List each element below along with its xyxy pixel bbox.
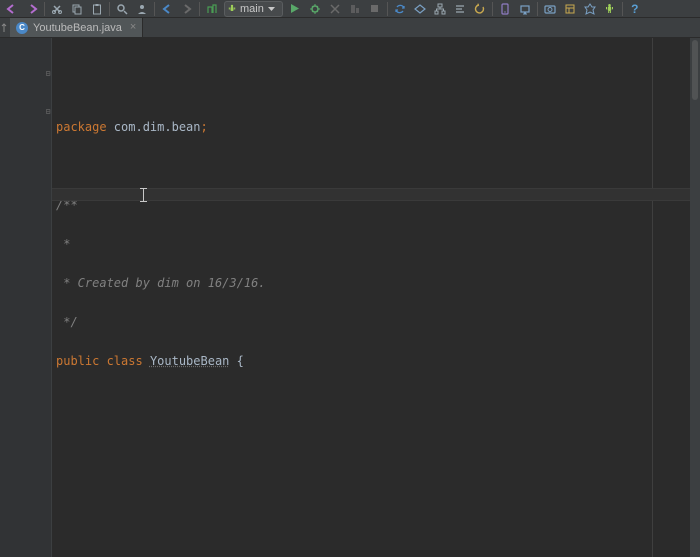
screenshot-icon[interactable] <box>540 1 560 17</box>
code-line <box>52 472 690 485</box>
debug-icon[interactable] <box>305 1 325 17</box>
separator <box>44 2 45 16</box>
gradle-build-icon[interactable] <box>410 1 430 17</box>
separator <box>492 2 493 16</box>
copy-icon[interactable] <box>67 1 87 17</box>
fold-minus-icon[interactable]: ⊟ <box>44 108 52 116</box>
run-config-label: main <box>240 3 264 15</box>
code-line: * Created by dim on 16/3/16. <box>52 277 690 290</box>
scrollbar-thumb[interactable] <box>692 40 698 100</box>
code-style-icon[interactable] <box>450 1 470 17</box>
cut-icon[interactable] <box>47 1 67 17</box>
code-line <box>52 511 690 524</box>
code-line: */ <box>52 316 690 329</box>
nav-forward-icon[interactable] <box>177 1 197 17</box>
run-config-selector[interactable]: main <box>224 1 283 17</box>
sync-icon[interactable] <box>390 1 410 17</box>
close-icon[interactable]: × <box>130 22 136 33</box>
tab-youtubebean[interactable]: C YoutubeBean.java × <box>10 18 143 37</box>
nav-back-icon[interactable] <box>157 1 177 17</box>
code-line <box>52 160 690 173</box>
coverage-icon[interactable] <box>345 1 365 17</box>
separator <box>622 2 623 16</box>
separator <box>154 2 155 16</box>
hierarchy-icon[interactable] <box>430 1 450 17</box>
code-line <box>52 394 690 407</box>
code-line: * <box>52 238 690 251</box>
help-icon[interactable]: ? <box>625 1 645 17</box>
avatar-icon[interactable] <box>132 1 152 17</box>
tab-label: YoutubeBean.java <box>33 22 122 34</box>
java-class-icon: C <box>16 22 28 34</box>
right-margin-line <box>652 38 653 557</box>
sdk-manager-icon[interactable] <box>515 1 535 17</box>
main-toolbar: main <box>0 0 700 18</box>
code-line <box>52 550 690 557</box>
editor-tabs: C YoutubeBean.java × <box>0 18 700 38</box>
separator <box>109 2 110 16</box>
attach-debugger-icon[interactable] <box>325 1 345 17</box>
separator <box>199 2 200 16</box>
code-editor[interactable]: package com.dim.bean; /** * * Created by… <box>52 38 690 557</box>
undo-arrow-icon[interactable] <box>2 1 22 17</box>
editor-area: ⊟ ⊟ package com.dim.bean; /** * * Create… <box>0 38 700 557</box>
separator <box>537 2 538 16</box>
revert-icon[interactable] <box>470 1 490 17</box>
stop-icon[interactable] <box>365 1 385 17</box>
code-line: public class YoutubeBean { <box>52 355 690 368</box>
avd-manager-icon[interactable] <box>495 1 515 17</box>
paste-icon[interactable] <box>87 1 107 17</box>
code-line: package com.dim.bean; <box>52 121 690 134</box>
fold-minus-icon[interactable]: ⊟ <box>44 70 52 78</box>
run-icon[interactable] <box>285 1 305 17</box>
search-icon[interactable] <box>112 1 132 17</box>
android-monitor-icon[interactable] <box>600 1 620 17</box>
caret-line-highlight <box>52 188 690 201</box>
chevron-down-icon <box>268 3 278 15</box>
redo-arrow-icon[interactable] <box>22 1 42 17</box>
error-stripe[interactable] <box>690 38 700 557</box>
build-icon[interactable] <box>202 1 222 17</box>
layout-editor-icon[interactable] <box>560 1 580 17</box>
tabs-handle-icon[interactable] <box>0 18 10 37</box>
gutter[interactable]: ⊟ ⊟ <box>0 38 52 557</box>
separator <box>387 2 388 16</box>
theme-icon[interactable] <box>580 1 600 17</box>
code-line <box>52 433 690 446</box>
